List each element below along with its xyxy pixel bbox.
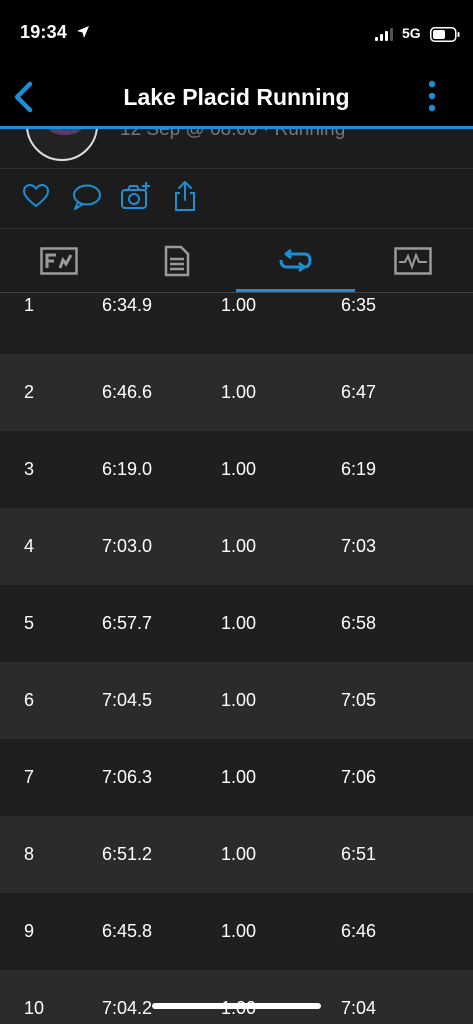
lap-time: 7:04.2 — [102, 998, 153, 1018]
lap-row[interactable]: 9 6:45.8 1.00 6:46 — [0, 893, 473, 970]
lap-distance: 1.00 — [221, 690, 257, 710]
lap-number: 5 — [24, 613, 35, 633]
lap-number: 2 — [24, 382, 35, 402]
lap-time: 6:57.7 — [102, 613, 153, 633]
nav-bar: Lake Placid Running — [0, 68, 473, 126]
charts-icon — [394, 247, 432, 275]
lap-pace: 6:47 — [341, 382, 377, 402]
lap-distance: 1.00 — [221, 459, 257, 479]
lap-number: 1 — [24, 295, 35, 315]
lap-pace: 7:03 — [341, 536, 377, 556]
tab-details[interactable] — [118, 229, 236, 293]
laps-list[interactable]: 1 6:34.9 1.00 6:35 2 6:46.6 1.00 6:47 3 6:19.0 1.0… — [0, 293, 473, 1024]
overview-icon — [40, 247, 78, 275]
tab-charts[interactable] — [354, 229, 472, 293]
tab-laps[interactable] — [236, 229, 354, 293]
lap-time: 6:51.2 — [102, 844, 153, 864]
lap-distance: 1.00 — [221, 844, 257, 864]
network-label: 5G — [402, 25, 421, 41]
lap-pace: 7:05 — [341, 690, 377, 710]
lap-pace: 6:58 — [341, 613, 377, 633]
lap-row[interactable]: 6 7:04.5 1.00 7:05 — [0, 662, 473, 739]
action-row — [0, 169, 473, 229]
lap-pace: 6:19 — [341, 459, 377, 479]
lap-row[interactable]: 1 6:34.9 1.00 6:35 — [0, 293, 473, 354]
lap-row[interactable]: 5 6:57.7 1.00 6:58 — [0, 585, 473, 662]
active-tab-indicator — [236, 289, 355, 292]
lap-time: 6:19.0 — [102, 459, 153, 479]
lap-number: 10 — [24, 998, 45, 1018]
add-photo-icon[interactable] — [120, 181, 152, 211]
lap-row[interactable]: 2 6:46.6 1.00 6:47 — [0, 354, 473, 431]
laps-icon — [279, 249, 312, 273]
lap-distance: 1.00 — [221, 295, 257, 315]
lap-distance: 1.00 — [221, 382, 257, 402]
tab-overview[interactable] — [0, 229, 118, 293]
heart-icon[interactable] — [22, 183, 50, 209]
comment-icon[interactable] — [72, 183, 102, 211]
lap-time: 7:04.5 — [102, 690, 153, 710]
lap-number: 9 — [24, 921, 35, 941]
home-indicator[interactable] — [152, 1003, 321, 1009]
lap-number: 7 — [24, 767, 35, 787]
lap-row[interactable]: 4 7:03.0 1.00 7:03 — [0, 508, 473, 585]
lap-row[interactable]: 107:04.21.007:04 — [0, 970, 473, 1024]
tab-bar — [0, 229, 473, 293]
lap-time: 7:03.0 — [102, 536, 153, 556]
lap-pace: 6:46 — [341, 921, 377, 941]
details-icon — [164, 245, 190, 277]
activity-header: 12 Sep @ 08:00 · Running — [0, 129, 473, 169]
lap-distance: 1.00 — [221, 613, 257, 633]
activity-subtitle: 12 Sep @ 08:00 · Running — [120, 129, 346, 140]
lap-number: 3 — [24, 459, 35, 479]
lap-number: 4 — [24, 536, 35, 556]
lap-distance: 1.00 — [221, 767, 257, 787]
status-time: 19:34 — [20, 22, 68, 42]
lap-distance: 1.00 — [221, 536, 257, 556]
lap-distance: 1.00 — [221, 921, 257, 941]
lap-pace: 6:35 — [341, 295, 377, 315]
location-arrow-icon — [77, 26, 89, 38]
signal-icon — [375, 28, 393, 41]
battery-icon — [430, 27, 460, 42]
lap-pace: 6:51 — [341, 844, 377, 864]
lap-row[interactable]: 7 7:06.3 1.00 7:06 — [0, 739, 473, 816]
status-bar: 19:34 5G — [0, 0, 473, 68]
lap-row[interactable]: 3 6:19.0 1.00 6:19 — [0, 431, 473, 508]
avatar[interactable] — [26, 129, 98, 161]
more-options-button[interactable] — [424, 79, 440, 113]
lap-row[interactable]: 8 6:51.2 1.00 6:51 — [0, 816, 473, 893]
lap-pace: 7:06 — [341, 767, 377, 787]
lap-pace: 7:04 — [341, 998, 377, 1018]
lap-time: 6:46.6 — [102, 382, 153, 402]
page-title: Lake Placid Running — [123, 84, 350, 110]
lap-number: 8 — [24, 844, 35, 864]
lap-time: 6:45.8 — [102, 921, 153, 941]
lap-number: 6 — [24, 690, 35, 710]
share-icon[interactable] — [173, 180, 197, 212]
lap-time: 6:34.9 — [102, 295, 153, 315]
lap-time: 7:06.3 — [102, 767, 153, 787]
